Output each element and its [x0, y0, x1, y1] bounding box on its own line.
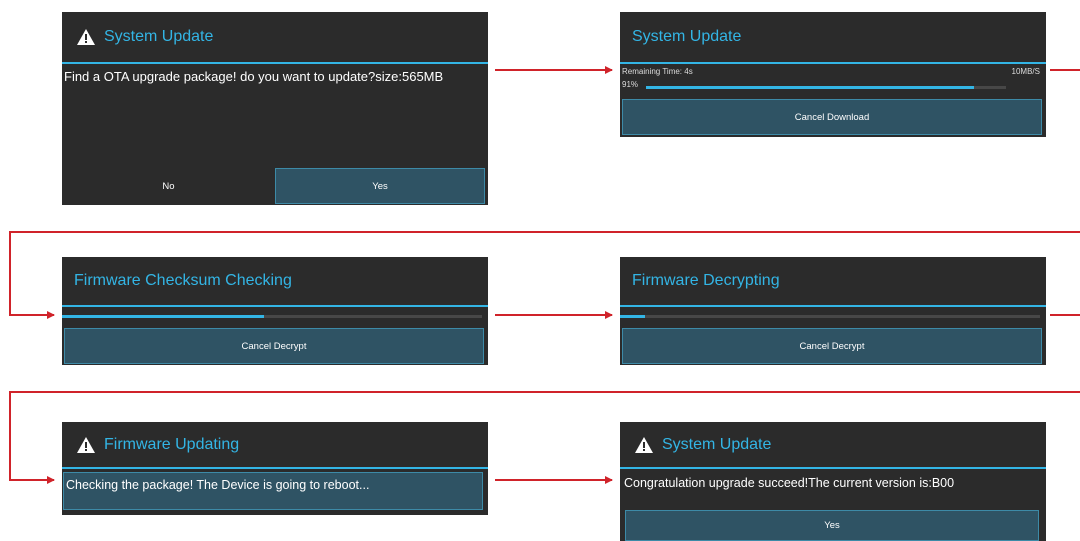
firmware-updating-dialog: Firmware Updating Checking the package! …	[62, 422, 488, 515]
download-progress-fill	[646, 86, 974, 89]
title-divider	[62, 305, 488, 307]
dialog-title-bar: System Update	[620, 12, 1046, 62]
dialog-title-bar: System Update	[620, 422, 1046, 467]
title-divider	[620, 62, 1046, 64]
dialog-title: System Update	[662, 435, 772, 453]
remaining-time-label: Remaining Time: 4s	[622, 67, 693, 76]
dialog-title: System Update	[632, 28, 742, 45]
dialog-message: Find a OTA upgrade package! do you want …	[64, 69, 444, 84]
yes-button[interactable]: Yes	[275, 168, 485, 204]
title-divider	[62, 62, 488, 64]
dialog-title-bar: Firmware Decrypting	[620, 257, 1046, 305]
dialog-title: System Update	[104, 28, 214, 45]
decrypt-progress-fill	[620, 315, 646, 318]
update-prompt-dialog: System Update Find a OTA upgrade package…	[62, 12, 488, 205]
checksum-progress-bar	[62, 315, 482, 318]
message-box: Checking the package! The Device is goin…	[63, 472, 483, 510]
cancel-download-button[interactable]: Cancel Download	[622, 99, 1042, 135]
dialog-title: Firmware Decrypting	[632, 272, 780, 289]
title-divider	[620, 305, 1046, 307]
firmware-decrypting-dialog: Firmware Decrypting Cancel Decrypt	[620, 257, 1046, 365]
yes-button[interactable]: Yes	[625, 510, 1039, 541]
dialog-message: Congratulation upgrade succeed!The curre…	[624, 476, 955, 490]
update-success-dialog: System Update Congratulation upgrade suc…	[620, 422, 1046, 541]
title-divider	[620, 467, 1046, 469]
decrypt-progress-bar	[620, 315, 1040, 318]
download-progress-dialog: System Update Remaining Time: 4s 10MB/S …	[620, 12, 1046, 137]
dialog-title-bar: Firmware Updating	[62, 422, 488, 467]
download-speed-label: 10MB/S	[1011, 67, 1040, 76]
dialog-title: Firmware Checksum Checking	[74, 272, 292, 289]
download-percent-label: 91%	[622, 80, 639, 89]
cancel-decrypt-button[interactable]: Cancel Decrypt	[622, 328, 1042, 364]
checksum-checking-dialog: Firmware Checksum Checking Cancel Decryp…	[62, 257, 488, 365]
title-divider	[62, 467, 488, 469]
dialog-title-bar: System Update	[62, 12, 488, 62]
cancel-decrypt-button[interactable]: Cancel Decrypt	[64, 328, 484, 364]
download-progress-bar	[646, 86, 1006, 89]
warning-icon	[77, 436, 95, 453]
dialog-title-bar: Firmware Checksum Checking	[62, 257, 488, 305]
dialog-message: Checking the package! The Device is goin…	[66, 478, 370, 492]
dialog-title: Firmware Updating	[104, 435, 240, 453]
checksum-progress-fill	[62, 315, 264, 318]
no-button[interactable]: No	[62, 168, 275, 205]
warning-icon	[77, 29, 95, 45]
warning-icon	[635, 436, 653, 453]
